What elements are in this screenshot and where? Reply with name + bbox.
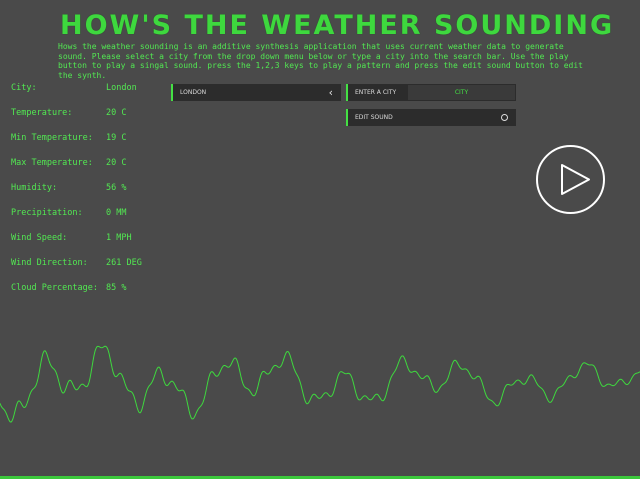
stat-value: 20 C [106, 158, 127, 168]
city-search-label: ENTER A CITY [355, 89, 397, 96]
stat-value: 261 DEG [106, 258, 142, 268]
stat-label: Cloud Percentage: [11, 283, 98, 293]
stat-value: London [106, 83, 137, 93]
edit-sound-button[interactable]: EDIT SOUND [346, 109, 516, 126]
stat-label: Wind Speed: [11, 233, 68, 243]
stat-label: Temperature: [11, 108, 73, 118]
waveform-display [0, 345, 640, 423]
stat-label: Wind Direction: [11, 258, 88, 268]
stat-label: Min Temperature: [11, 133, 93, 143]
stat-value: 20 C [106, 108, 127, 118]
stat-value: 0 MM [106, 208, 127, 218]
chevron-left-icon: ‹ [328, 86, 333, 99]
stat-label: Humidity: [11, 183, 58, 193]
play-icon [561, 164, 590, 195]
stat-value: 56 % [106, 183, 127, 193]
app-description: Hows the weather sounding is an additive… [58, 42, 583, 80]
stat-value: 85 % [106, 283, 127, 293]
play-button[interactable] [536, 145, 605, 214]
stat-label: Precipitation: [11, 208, 83, 218]
city-search: ENTER A CITY [346, 84, 516, 101]
city-dropdown[interactable]: LONDON ‹ [171, 84, 341, 101]
stat-label: Max Temperature: [11, 158, 93, 168]
app-title: HOW'S THE WEATHER SOUNDING [60, 10, 615, 41]
city-dropdown-value: LONDON [180, 89, 207, 96]
edit-sound-label: EDIT SOUND [355, 114, 393, 121]
stat-label: City: [11, 83, 37, 93]
waveform-line [0, 345, 640, 423]
stat-value: 19 C [106, 133, 127, 143]
city-search-input[interactable] [408, 85, 515, 100]
stat-value: 1 MPH [106, 233, 132, 243]
circle-icon [501, 114, 508, 121]
